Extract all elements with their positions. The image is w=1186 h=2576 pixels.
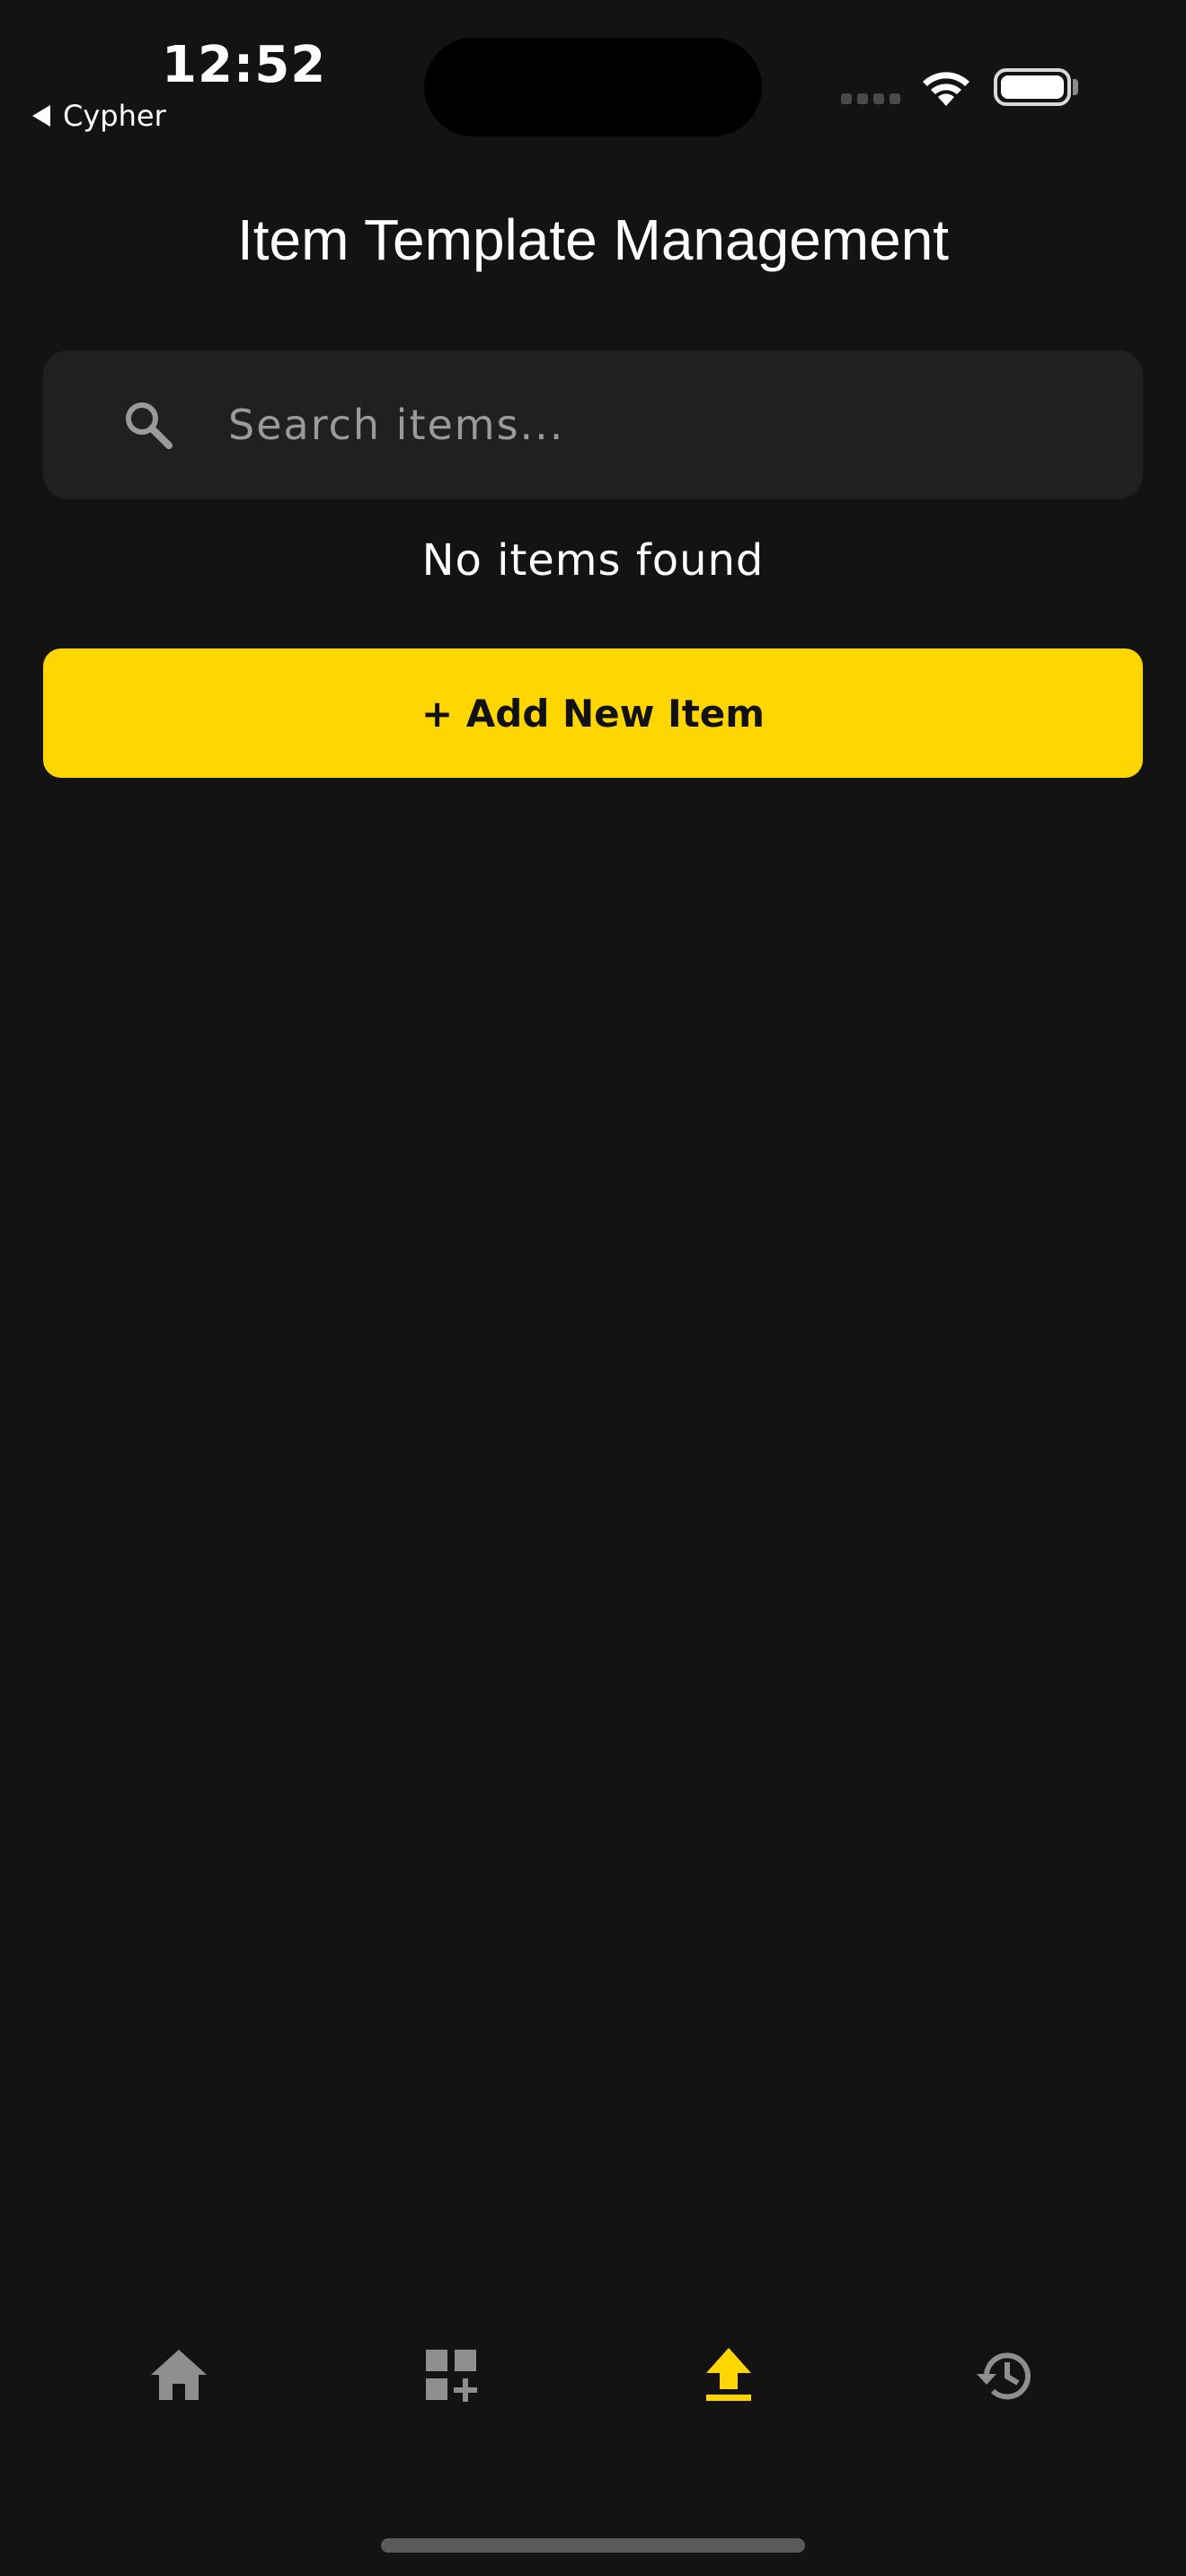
search-icon <box>126 402 173 449</box>
wifi-icon <box>923 72 969 106</box>
history-icon[interactable] <box>974 2344 1037 2407</box>
dynamic-island <box>424 38 762 137</box>
home-icon[interactable] <box>147 2344 210 2407</box>
empty-state-message: No items found <box>421 535 765 586</box>
back-link-label: Cypher <box>63 99 166 133</box>
home-indicator <box>381 2538 805 2553</box>
battery-tip <box>1073 79 1078 95</box>
battery-icon <box>994 68 1071 106</box>
dashboard-add-icon[interactable] <box>420 2344 483 2407</box>
back-arrow-icon <box>32 105 50 127</box>
upload-icon[interactable] <box>697 2344 760 2407</box>
status-time: 12:52 <box>162 36 327 94</box>
back-to-app-link[interactable]: Cypher <box>32 99 166 133</box>
cellular-signal-icon <box>841 93 900 104</box>
page-title: Item Template Management <box>236 207 950 272</box>
search-bar[interactable] <box>43 350 1143 499</box>
search-input[interactable] <box>228 350 1143 499</box>
add-new-item-button[interactable]: + Add New Item <box>43 648 1143 778</box>
